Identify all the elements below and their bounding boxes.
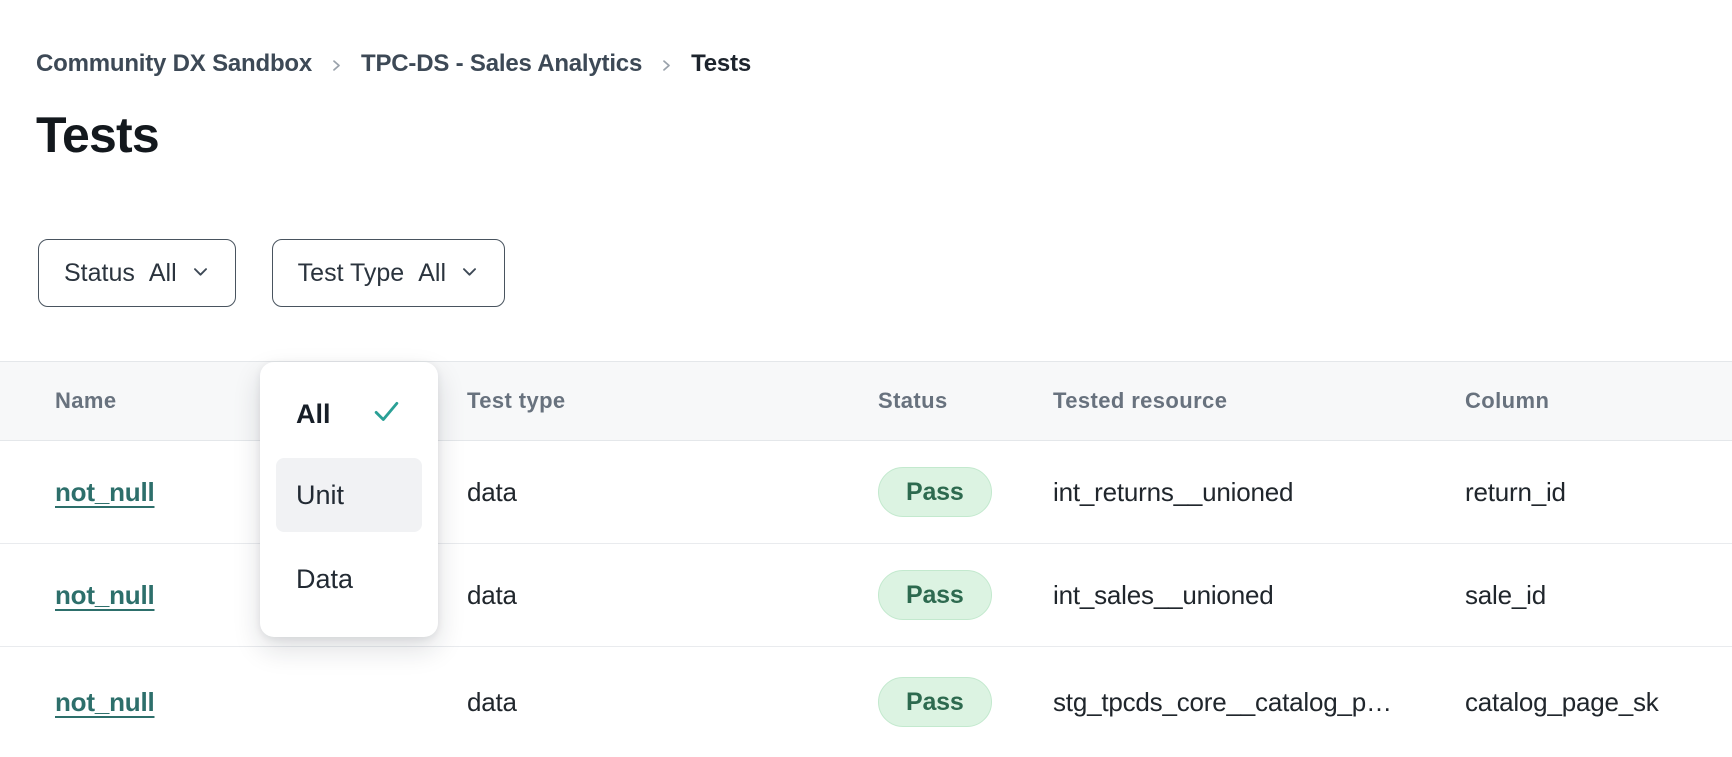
test-type-cell: data: [467, 687, 878, 718]
table-row: not_null data Pass stg_tpcds_core__catal…: [0, 647, 1732, 757]
status-badge: Pass: [878, 677, 992, 727]
status-badge: Pass: [878, 467, 992, 517]
test-type-menu: All Unit Data: [260, 362, 438, 637]
menu-item-label: All: [296, 399, 331, 430]
breadcrumb-item-current: Tests: [691, 50, 751, 78]
test-type-cell: data: [467, 477, 878, 508]
chevron-right-icon: [659, 56, 674, 75]
test-name-link[interactable]: not_null: [55, 580, 155, 610]
test-name-link[interactable]: not_null: [55, 477, 155, 507]
column-cell: sale_id: [1465, 580, 1732, 611]
menu-item-label: Unit: [296, 480, 344, 511]
test-type-filter-label: Test Type: [298, 259, 405, 288]
menu-item-data[interactable]: Data: [276, 544, 422, 614]
test-type-filter-button[interactable]: Test Type All: [272, 239, 505, 307]
chevron-down-icon: [191, 259, 210, 288]
menu-item-all[interactable]: All: [276, 382, 422, 446]
status-filter-label: Status: [64, 259, 135, 288]
test-name-link[interactable]: not_null: [55, 687, 155, 717]
column-header-column: Column: [1465, 388, 1732, 414]
page-title: Tests: [36, 108, 1732, 163]
breadcrumb-item-workspace[interactable]: Community DX Sandbox: [36, 50, 312, 78]
column-header-tested-resource: Tested resource: [1053, 388, 1465, 414]
tested-resource-cell: int_returns__unioned: [1053, 477, 1465, 508]
tested-resource-cell: int_sales__unioned: [1053, 580, 1465, 611]
status-filter-value: All: [149, 259, 177, 288]
column-cell: return_id: [1465, 477, 1732, 508]
column-header-status: Status: [878, 388, 1053, 414]
test-type-cell: data: [467, 580, 878, 611]
column-header-test-type: Test type: [467, 388, 878, 414]
status-filter-button[interactable]: Status All: [38, 239, 236, 307]
menu-item-unit[interactable]: Unit: [276, 458, 422, 532]
check-icon: [371, 395, 402, 433]
chevron-right-icon: [329, 56, 344, 75]
chevron-down-icon: [460, 259, 479, 288]
breadcrumb-item-project[interactable]: TPC-DS - Sales Analytics: [361, 50, 642, 78]
status-badge: Pass: [878, 570, 992, 620]
menu-item-label: Data: [296, 564, 353, 595]
breadcrumb: Community DX Sandbox TPC-DS - Sales Anal…: [0, 0, 1732, 78]
filter-bar: Status All Test Type All: [38, 239, 1732, 307]
test-type-filter-value: All: [418, 259, 446, 288]
column-cell: catalog_page_sk: [1465, 687, 1732, 718]
tested-resource-cell: stg_tpcds_core__catalog_p…: [1053, 687, 1465, 718]
